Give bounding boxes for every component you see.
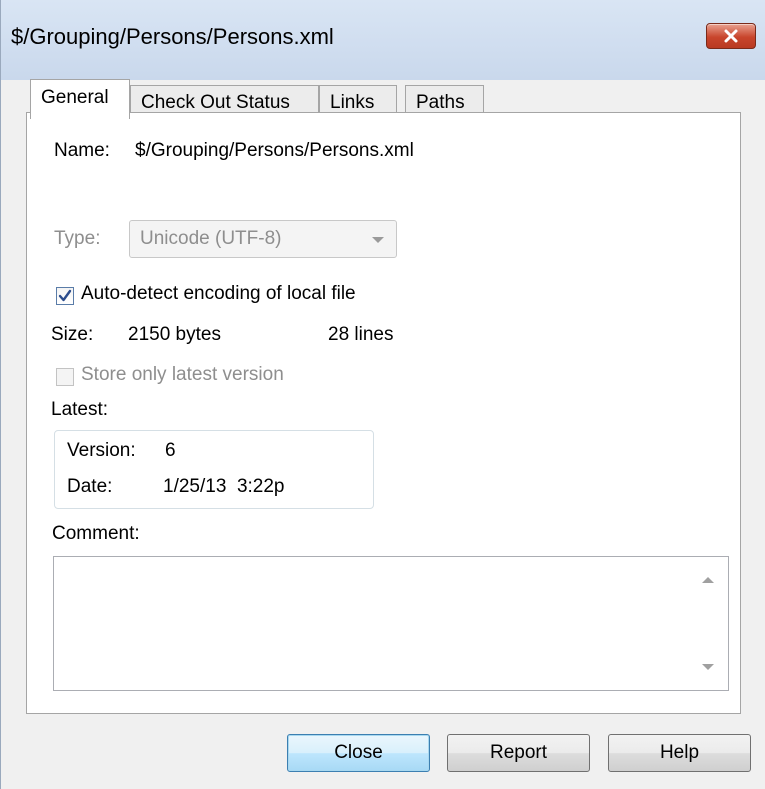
- name-value: $/Grouping/Persons/Persons.xml: [135, 140, 414, 161]
- scroll-up-arrow-icon[interactable]: [702, 577, 714, 583]
- report-button[interactable]: Report: [447, 734, 590, 772]
- tab-paths-label: Paths: [416, 92, 465, 113]
- store-latest-checkbox: [56, 368, 74, 386]
- type-select-value: Unicode (UTF-8): [140, 228, 282, 249]
- close-button[interactable]: Close: [287, 734, 430, 772]
- help-button[interactable]: Help: [608, 734, 751, 772]
- auto-detect-label[interactable]: Auto-detect encoding of local file: [81, 283, 356, 305]
- window-title: $/Grouping/Persons/Persons.xml: [11, 24, 334, 49]
- title-bar[interactable]: $/Grouping/Persons/Persons.xml: [1, 0, 765, 81]
- date-value: 1/25/13 3:22p: [163, 476, 285, 497]
- close-button-label: Close: [334, 742, 383, 763]
- window-close-button[interactable]: [706, 23, 756, 49]
- date-label: Date:: [67, 476, 113, 497]
- size-lines-value: 28 lines: [328, 324, 394, 345]
- comment-textarea[interactable]: [53, 556, 729, 691]
- size-label: Size:: [51, 324, 94, 345]
- tab-check-out-status-label: Check Out Status: [141, 92, 290, 113]
- type-label: Type:: [54, 228, 101, 249]
- name-label: Name:: [54, 140, 110, 161]
- general-tab-panel: Name: $/Grouping/Persons/Persons.xml Typ…: [26, 112, 741, 714]
- store-latest-label: Store only latest version: [81, 364, 284, 385]
- latest-groupbox: Version: 6 Date: 1/25/13 3:22p: [54, 430, 374, 509]
- auto-detect-checkbox[interactable]: [56, 287, 74, 305]
- version-value: 6: [165, 440, 176, 461]
- tab-links-label: Links: [330, 92, 375, 113]
- dialog-body: General Check Out Status Links Paths Nam…: [1, 79, 765, 789]
- properties-dialog: $/Grouping/Persons/Persons.xml General C…: [0, 0, 765, 789]
- chevron-down-icon: [372, 237, 384, 243]
- report-button-label: Report: [489, 742, 548, 763]
- scroll-down-arrow-icon[interactable]: [702, 664, 714, 670]
- size-bytes-value: 2150 bytes: [128, 324, 221, 345]
- type-select: Unicode (UTF-8): [129, 220, 397, 258]
- tab-general[interactable]: General: [30, 79, 130, 119]
- comment-label: Comment:: [52, 523, 140, 544]
- checkmark-icon: [58, 289, 72, 302]
- close-icon: [724, 29, 738, 43]
- help-button-label: Help: [659, 742, 700, 763]
- latest-label: Latest:: [51, 399, 109, 420]
- tab-general-label: General: [41, 87, 109, 108]
- version-label: Version:: [67, 440, 136, 461]
